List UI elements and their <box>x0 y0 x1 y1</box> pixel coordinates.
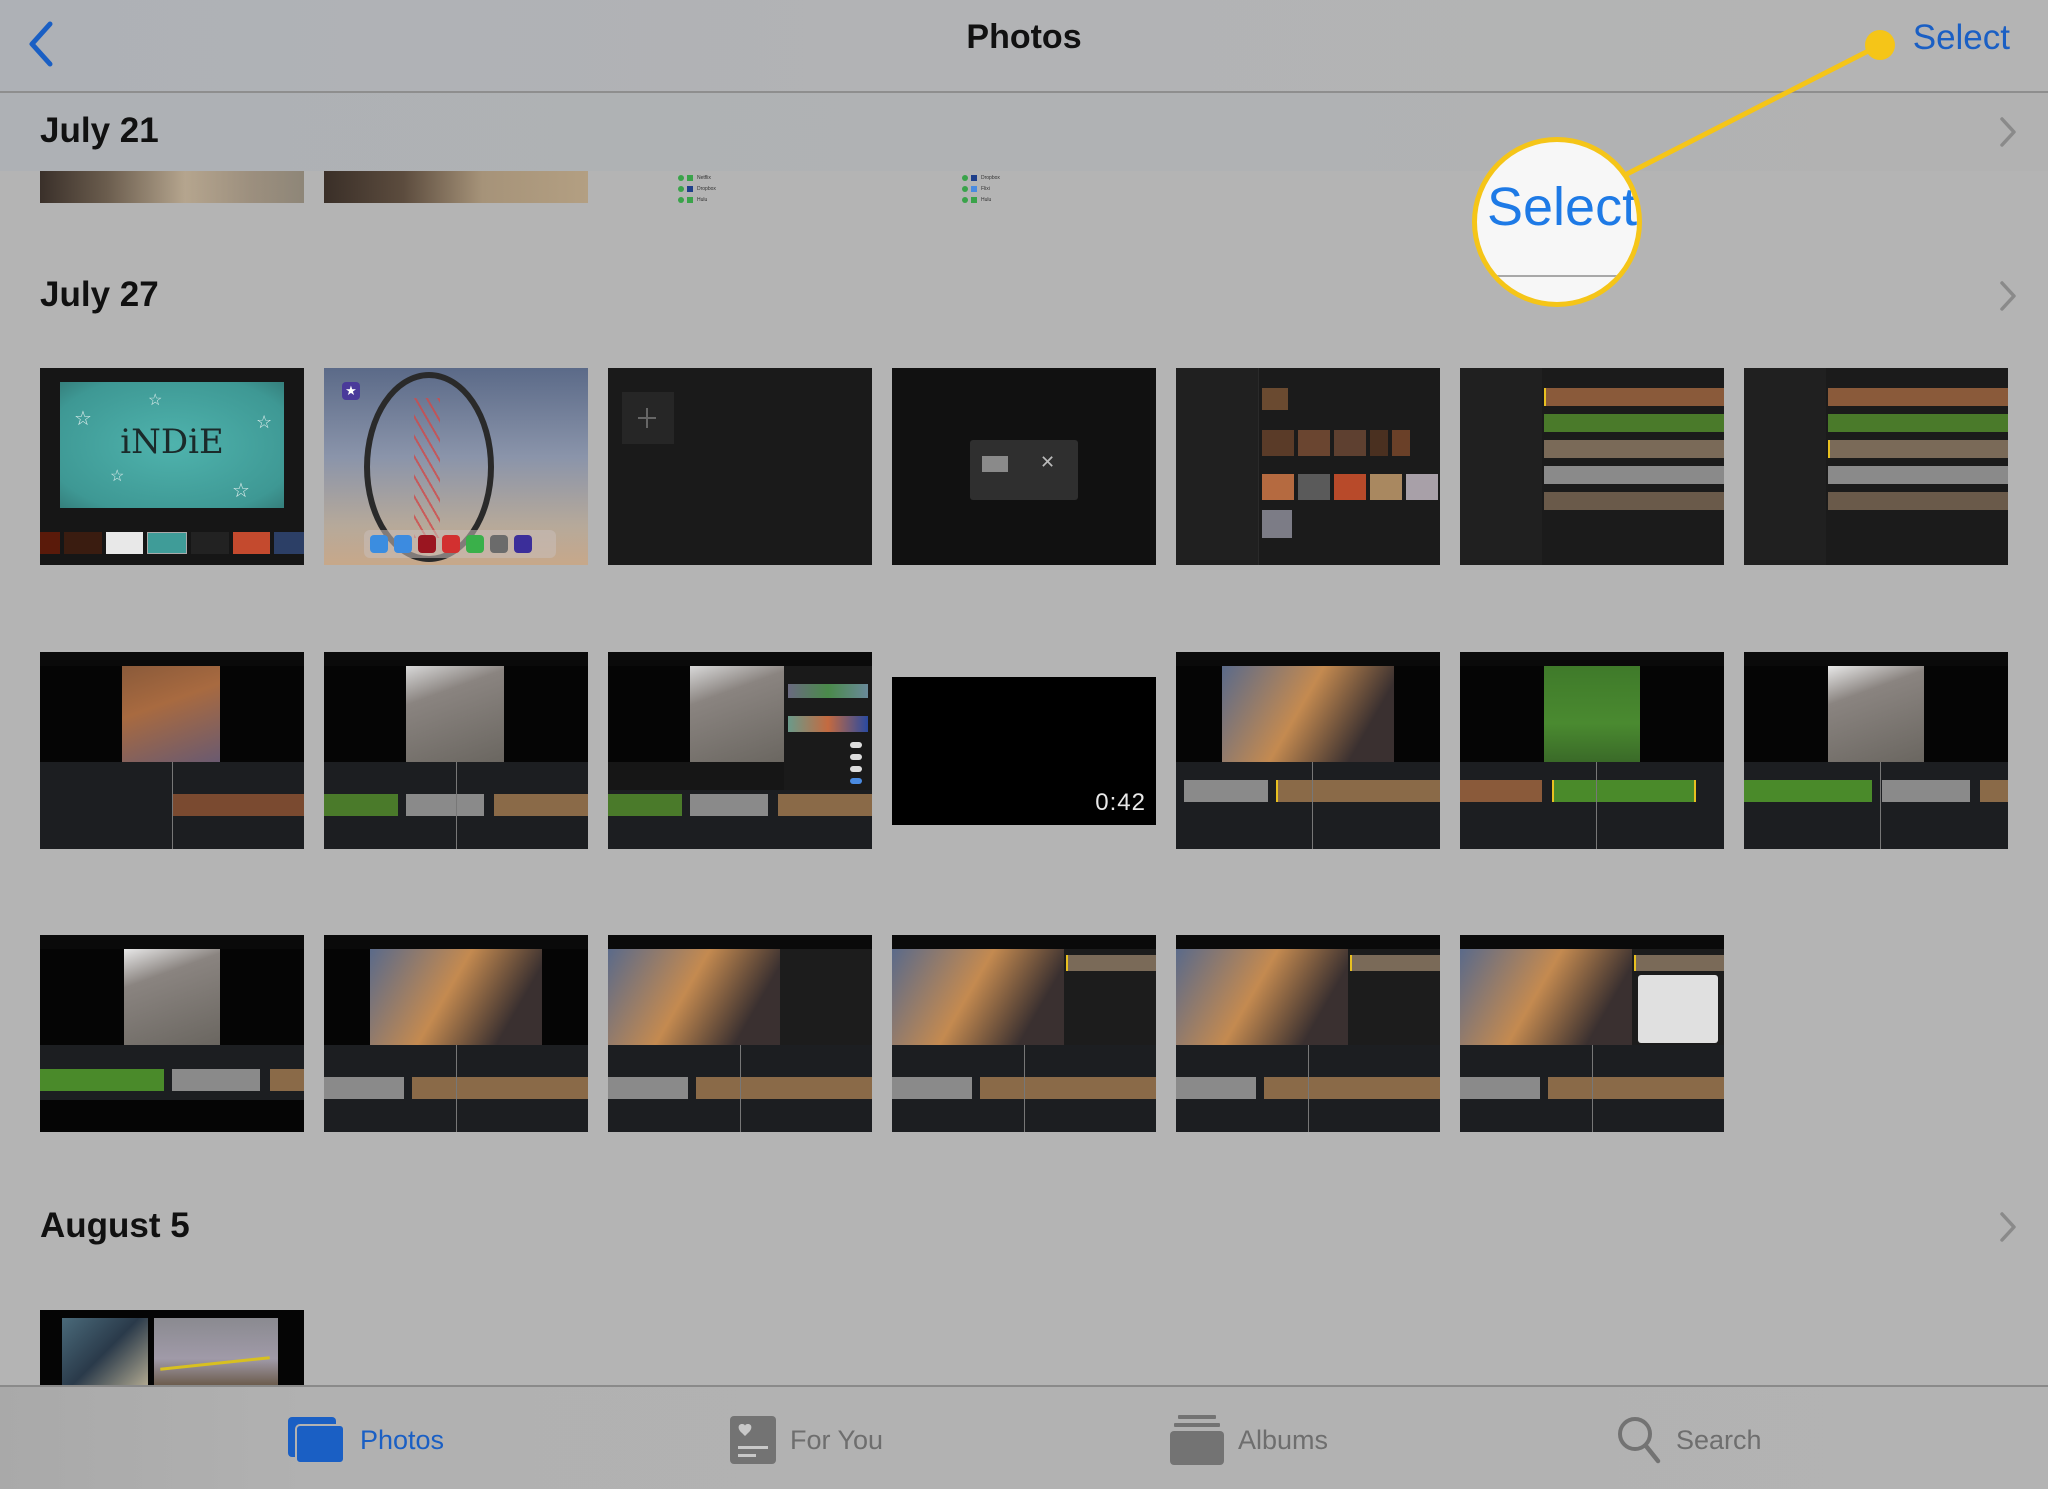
photo-thumbnail[interactable] <box>1176 935 1440 1132</box>
section-header-august-5[interactable]: August 5 <box>0 1186 2048 1264</box>
photo-thumbnail[interactable] <box>324 171 588 203</box>
chevron-right-icon <box>2000 1212 2016 1242</box>
settings-row-label: Dropbox <box>981 174 1000 181</box>
photo-thumbnail[interactable] <box>1460 935 1724 1132</box>
callout-magnifier: Select <box>1472 137 1642 307</box>
tab-label: Photos <box>360 1424 445 1455</box>
dock <box>364 530 556 558</box>
photo-thumbnail[interactable] <box>40 1310 304 1386</box>
section-title: August 5 <box>40 1206 190 1245</box>
select-button[interactable]: Select <box>1913 18 2010 58</box>
section-header-july-27[interactable]: July 27 <box>0 255 2048 333</box>
photo-thumbnail[interactable] <box>608 368 872 565</box>
settings-row-label: Hulu <box>697 196 708 203</box>
video-thumbnail[interactable]: 0:42 <box>892 677 1156 825</box>
tab-label: Albums <box>1238 1424 1329 1455</box>
callout-label: Select <box>1487 177 1638 237</box>
photo-thumbnail[interactable] <box>40 171 304 203</box>
photo-thumbnail[interactable]: Netflix Dropbox Hulu <box>608 171 872 203</box>
photo-thumbnail[interactable] <box>608 935 872 1132</box>
photo-thumbnail[interactable]: ✕ <box>892 368 1156 565</box>
section-header-july-21[interactable]: July 21 <box>0 93 2048 171</box>
settings-row-label: Dropbox <box>697 185 716 192</box>
trailer-title: iNDiE <box>120 422 224 462</box>
photo-thumbnail[interactable] <box>1460 652 1724 849</box>
photo-thumbnail[interactable] <box>324 652 588 849</box>
photo-thumbnail[interactable] <box>1460 368 1724 565</box>
tab-photos[interactable]: Photos <box>288 1415 444 1465</box>
tab-search[interactable]: Search <box>1616 1415 1762 1465</box>
chevron-right-icon <box>2000 117 2016 147</box>
albums-icon <box>1170 1415 1224 1465</box>
photo-thumbnail[interactable] <box>608 652 872 849</box>
photo-thumbnail[interactable] <box>1176 652 1440 849</box>
photo-thumbnail[interactable] <box>1744 652 2008 849</box>
photo-thumbnail[interactable] <box>40 935 304 1132</box>
page-title: Photos <box>966 18 1082 56</box>
section-title: July 21 <box>40 111 159 150</box>
section-title: July 27 <box>40 275 159 314</box>
photo-thumbnail[interactable] <box>1744 368 2008 565</box>
photo-thumbnail[interactable] <box>40 652 304 849</box>
search-icon <box>1618 1417 1661 1464</box>
photo-thumbnail[interactable] <box>1176 368 1440 565</box>
divider <box>1477 275 1637 277</box>
for-you-icon <box>730 1416 776 1464</box>
photo-thumbnail[interactable]: Dropbox Flixi Hulu <box>892 171 1156 203</box>
photos-stack-icon <box>288 1417 345 1463</box>
chevron-right-icon <box>2000 281 2016 311</box>
tab-for-you[interactable]: For You <box>730 1415 883 1465</box>
video-duration: 0:42 <box>1095 789 1146 816</box>
navigation-bar: Photos Select <box>0 0 2048 93</box>
settings-row-label: Netflix <box>697 174 711 181</box>
photo-thumbnail[interactable] <box>324 935 588 1132</box>
settings-row-label: Hulu <box>981 196 992 203</box>
tab-label: For You <box>790 1424 884 1455</box>
photo-thumbnail[interactable]: iNDiE ☆ ☆ ☆ ☆ ☆ <box>40 368 304 565</box>
tab-bar: Photos For You Albums Search <box>0 1385 2048 1489</box>
tab-albums[interactable]: Albums <box>1170 1415 1328 1465</box>
photo-thumbnail[interactable]: ★ <box>324 368 588 565</box>
app-icon: ★ <box>342 382 360 400</box>
settings-row-label: Flixi <box>981 185 990 192</box>
tab-label: Search <box>1676 1424 1762 1455</box>
photo-thumbnail[interactable] <box>892 935 1156 1132</box>
